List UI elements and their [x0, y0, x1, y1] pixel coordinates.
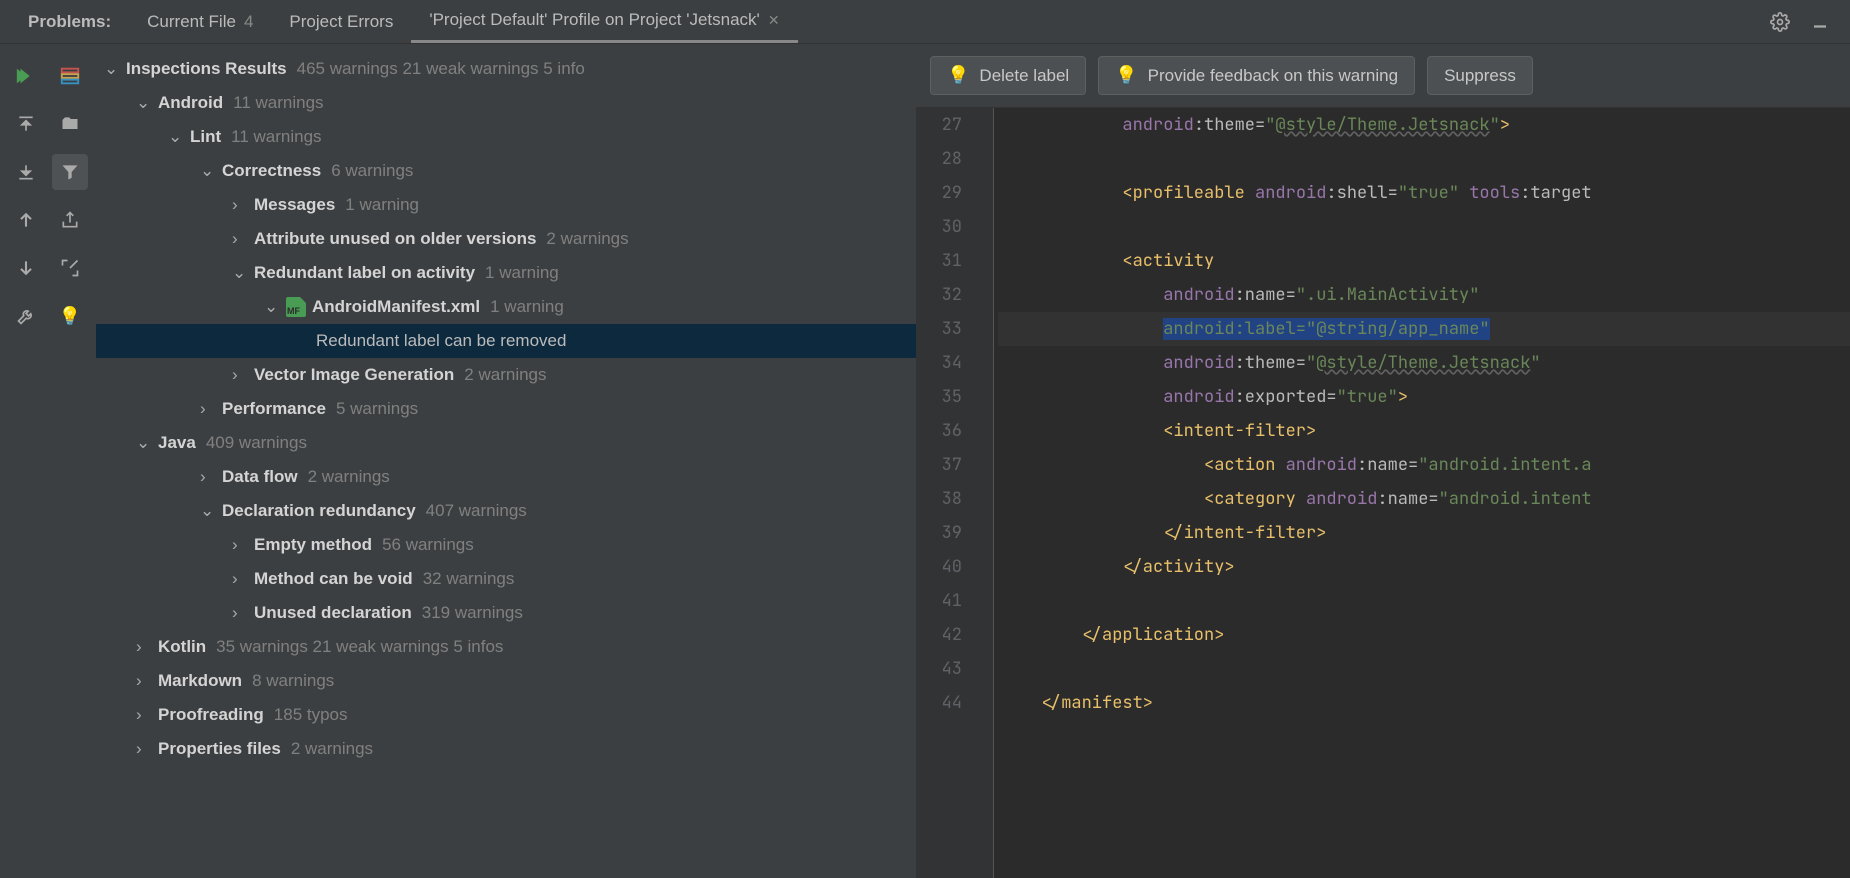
chevron-right-icon[interactable]: ›	[136, 637, 154, 657]
quickfix-actions: 💡 Delete label 💡 Provide feedback on thi…	[916, 44, 1850, 108]
chevron-right-icon[interactable]: ›	[232, 229, 250, 249]
tree-root[interactable]: ⌄ Inspections Results 465 warnings 21 we…	[96, 52, 916, 86]
tree-correctness[interactable]: ⌄ Correctness 6 warnings	[96, 154, 916, 188]
collapse-icon[interactable]	[8, 154, 44, 190]
wrench-icon[interactable]	[8, 298, 44, 334]
chevron-right-icon[interactable]: ›	[136, 739, 154, 759]
tab-label: Project Errors	[289, 12, 393, 32]
tab-label: Current File	[147, 12, 236, 32]
chevron-down-icon[interactable]: ⌄	[136, 93, 154, 113]
tab-profile[interactable]: 'Project Default' Profile on Project 'Je…	[411, 0, 797, 43]
chevron-right-icon[interactable]: ›	[232, 603, 250, 623]
code-editor[interactable]: 272829303132333435363738394041424344 and…	[916, 108, 1850, 878]
tree-empty[interactable]: › Empty method 56 warnings	[96, 528, 916, 562]
gear-icon[interactable]	[1768, 10, 1792, 34]
tab-project-errors[interactable]: Project Errors	[271, 2, 411, 42]
chevron-down-icon[interactable]: ⌄	[104, 59, 122, 79]
tree-lint[interactable]: ⌄ Lint 11 warnings	[96, 120, 916, 154]
prev-icon[interactable]	[8, 202, 44, 238]
suppress-button[interactable]: Suppress	[1427, 56, 1533, 95]
open-icon[interactable]	[52, 250, 88, 286]
rerun-icon[interactable]	[8, 58, 44, 94]
chevron-right-icon[interactable]: ›	[232, 195, 250, 215]
tree-attr-unused[interactable]: › Attribute unused on older versions 2 w…	[96, 222, 916, 256]
tree-java[interactable]: ⌄ Java 409 warnings	[96, 426, 916, 460]
line-gutter: 272829303132333435363738394041424344	[916, 108, 976, 878]
tree-android[interactable]: ⌄ Android 11 warnings	[96, 86, 916, 120]
chevron-right-icon[interactable]: ›	[232, 569, 250, 589]
filter-icon[interactable]	[52, 154, 88, 190]
bulb-icon[interactable]: 💡	[52, 298, 88, 334]
export-icon[interactable]	[52, 202, 88, 238]
chevron-right-icon[interactable]: ›	[136, 705, 154, 725]
tree-kotlin[interactable]: › Kotlin 35 warnings 21 weak warnings 5 …	[96, 630, 916, 664]
delete-label-button[interactable]: 💡 Delete label	[930, 56, 1086, 95]
chevron-right-icon[interactable]: ›	[200, 467, 218, 487]
chevron-down-icon[interactable]: ⌄	[168, 127, 186, 147]
problems-header: Problems: Current File 4 Project Errors …	[0, 0, 1850, 44]
feedback-button[interactable]: 💡 Provide feedback on this warning	[1098, 56, 1415, 95]
chevron-right-icon[interactable]: ›	[136, 671, 154, 691]
tree-props[interactable]: › Properties files 2 warnings	[96, 732, 916, 766]
close-icon[interactable]: ✕	[768, 12, 780, 29]
group-icon[interactable]	[52, 58, 88, 94]
tree-markdown[interactable]: › Markdown 8 warnings	[96, 664, 916, 698]
tree-messages[interactable]: › Messages 1 warning	[96, 188, 916, 222]
chevron-down-icon[interactable]: ⌄	[136, 433, 154, 453]
chevron-down-icon[interactable]: ⌄	[200, 501, 218, 521]
folder-icon[interactable]	[52, 106, 88, 142]
chevron-right-icon[interactable]: ›	[232, 365, 250, 385]
bulb-icon: 💡	[947, 65, 969, 86]
chevron-down-icon[interactable]: ⌄	[200, 161, 218, 181]
tree-unused[interactable]: › Unused declaration 319 warnings	[96, 596, 916, 630]
code-content[interactable]: android:theme="@style/Theme.Jetsnack"> <…	[994, 108, 1850, 878]
tree-dataflow[interactable]: › Data flow 2 warnings	[96, 460, 916, 494]
chevron-down-icon[interactable]: ⌄	[264, 297, 282, 317]
tree-redundant-msg[interactable]: Redundant label can be removed	[96, 324, 916, 358]
chevron-right-icon[interactable]: ›	[200, 399, 218, 419]
tab-label: 'Project Default' Profile on Project 'Je…	[429, 10, 759, 30]
expand-icon[interactable]	[8, 106, 44, 142]
tree-proof[interactable]: › Proofreading 185 typos	[96, 698, 916, 732]
tree-manifest[interactable]: ⌄ MF AndroidManifest.xml 1 warning	[96, 290, 916, 324]
chevron-down-icon[interactable]: ⌄	[232, 263, 250, 283]
inspections-tree[interactable]: ⌄ Inspections Results 465 warnings 21 we…	[96, 44, 916, 878]
next-icon[interactable]	[8, 250, 44, 286]
tree-void[interactable]: › Method can be void 32 warnings	[96, 562, 916, 596]
tab-current-file[interactable]: Current File 4	[129, 2, 271, 42]
manifest-file-icon: MF	[286, 297, 306, 317]
tree-performance[interactable]: › Performance 5 warnings	[96, 392, 916, 426]
bulb-icon: 💡	[1115, 65, 1137, 86]
tree-decl-red[interactable]: ⌄ Declaration redundancy 407 warnings	[96, 494, 916, 528]
tree-vector[interactable]: › Vector Image Generation 2 warnings	[96, 358, 916, 392]
minimize-icon[interactable]	[1808, 10, 1832, 34]
left-toolbar: 💡	[0, 44, 96, 878]
tree-redundant-label[interactable]: ⌄ Redundant label on activity 1 warning	[96, 256, 916, 290]
chevron-right-icon[interactable]: ›	[232, 535, 250, 555]
gutter-margin	[976, 108, 994, 878]
editor-area: 💡 Delete label 💡 Provide feedback on thi…	[916, 44, 1850, 878]
tab-count: 4	[244, 12, 253, 32]
problems-title: Problems:	[10, 2, 129, 42]
